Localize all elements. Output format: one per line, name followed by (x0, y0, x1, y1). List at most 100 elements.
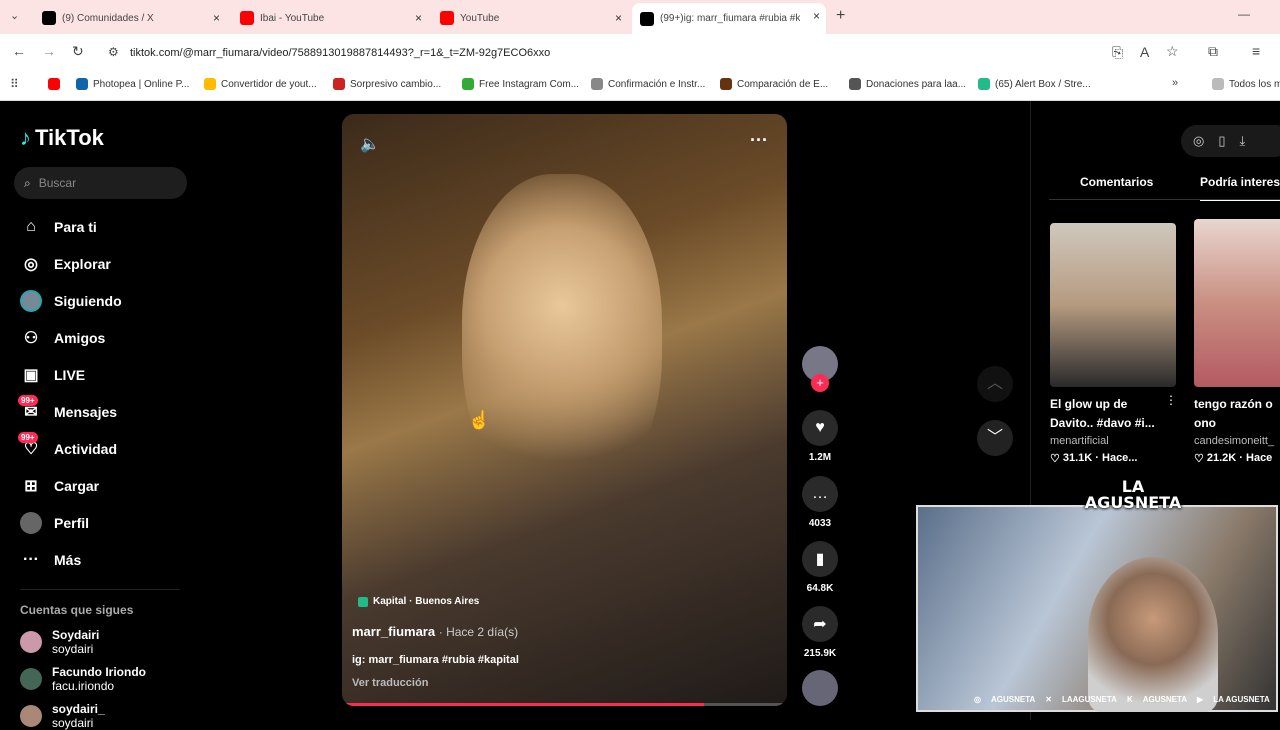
message-icon: ✉ 99+ (18, 395, 42, 423)
tab-title: (9) Comunidades / X (62, 12, 154, 24)
download-icon[interactable]: ⤓ (1240, 133, 1246, 149)
new-tab-icon[interactable]: + (836, 7, 845, 25)
share-count: 215.9K (803, 648, 837, 659)
chevron-down-icon[interactable]: ﹀ (977, 420, 1013, 456)
social-handle: LA AGUSNETA (1213, 695, 1270, 704)
nav-mensajes[interactable]: ✉ 99+ Mensajes (18, 395, 117, 423)
bookmark-folder[interactable]: Todos los m (1212, 78, 1280, 90)
bookmark-youtube[interactable] (48, 78, 65, 90)
avatar (20, 705, 42, 727)
star-icon[interactable]: ☆ (1166, 43, 1179, 60)
translate-link[interactable]: Ver traducción (352, 677, 428, 689)
browser-chrome: ⌄ (9) Comunidades / X × Ibai - YouTube ×… (0, 0, 1280, 101)
nav-label: LIVE (54, 367, 86, 383)
chevron-up-icon[interactable]: ︿ (977, 366, 1013, 402)
nav-cargar[interactable]: ⊞ Cargar (20, 475, 99, 497)
chevron-right-icon[interactable]: » (1172, 77, 1178, 89)
card-title-line: El glow up de (1050, 397, 1128, 411)
more-options-icon[interactable]: ··· (750, 130, 768, 151)
extensions-icon[interactable]: ⧉ (1208, 43, 1218, 60)
instagram-icon: ◎ (974, 695, 981, 704)
video-thumbnail[interactable] (1194, 219, 1280, 387)
close-icon[interactable]: × (813, 9, 820, 23)
close-icon[interactable]: × (415, 11, 422, 25)
volume-icon[interactable]: 🔈 (360, 134, 380, 154)
back-icon[interactable]: ← (12, 43, 26, 59)
search-input[interactable]: ⌕ Buscar (14, 167, 187, 199)
nav-mas[interactable]: ··· Más (20, 549, 81, 571)
nav-actividad[interactable]: ♡ 99+ Actividad (18, 432, 117, 460)
site-info-icon[interactable]: ⚙ (108, 45, 119, 59)
comment-icon: … (802, 476, 838, 512)
nav-amigos[interactable]: ⚇ Amigos (20, 327, 106, 349)
card-author[interactable]: candesimoneitt_ (1194, 435, 1274, 447)
nav-para-ti[interactable]: ⌂ Para ti (20, 216, 97, 238)
more-options-icon[interactable]: ⋮ (1165, 393, 1177, 407)
following-title: Cuentas que sigues (20, 603, 134, 617)
nav-siguiendo[interactable]: Siguiendo (20, 290, 122, 312)
like-button[interactable]: ♥ 1.2M (800, 410, 840, 463)
following-item[interactable]: Facundo Iriondo facu.iriondo (20, 665, 146, 693)
follow-plus-icon[interactable]: + (811, 374, 829, 392)
bookmark-item[interactable]: Comparación de E... (720, 78, 828, 90)
tab-podria-interesar[interactable]: Podría interes (1200, 175, 1280, 201)
tiktok-icon (640, 11, 654, 26)
video-player[interactable]: 🔈 ··· Kapital · Buenos Aires marr_fiumar… (342, 114, 787, 706)
tab-tiktok[interactable]: (99+)ig: marr_fiumara #rubia #k × (632, 3, 826, 34)
bookmark-item[interactable]: Confirmación e Instr... (591, 78, 705, 90)
tab-comentarios[interactable]: Comentarios (1080, 175, 1153, 189)
close-icon[interactable]: × (213, 11, 220, 25)
close-icon[interactable]: × (615, 11, 622, 25)
author-name[interactable]: marr_fiumara (352, 624, 435, 639)
bookmark-item[interactable]: Convertidor de yout... (204, 78, 317, 90)
video-thumbnail[interactable] (1050, 223, 1176, 387)
bookmark-item[interactable]: (65) Alert Box / Stre... (978, 78, 1091, 90)
nav-live[interactable]: ▣ LIVE (20, 364, 85, 386)
heart-icon: ♥ (802, 410, 838, 446)
bookmark-label: Free Instagram Com... (479, 78, 580, 90)
tab-youtube[interactable]: YouTube × (432, 5, 628, 31)
reload-icon[interactable]: ↻ (72, 43, 84, 60)
comment-button[interactable]: … 4033 (800, 476, 840, 529)
nav-label: Explorar (54, 256, 111, 272)
bookmarks-bar: ⠿ Photopea | Online P... Convertidor de … (0, 70, 1280, 101)
progress-track[interactable] (346, 703, 783, 706)
install-icon[interactable]: ⎘ (1112, 44, 1123, 61)
following-item[interactable]: Soydairi soydairi (20, 628, 99, 656)
bookmark-item[interactable]: Donaciones para laa... (849, 78, 966, 90)
save-button[interactable]: ▮ 64.8K (800, 541, 840, 594)
following-name: soydairi_ (52, 702, 105, 716)
kick-icon: K (1126, 695, 1133, 704)
bookmark-item[interactable]: Sorpresivo cambio... (333, 78, 441, 90)
creator-avatar-button[interactable]: + (800, 346, 840, 392)
card-title[interactable]: tengo razón o ono (1194, 395, 1273, 433)
tiktok-logo[interactable]: ♪ TikTok (20, 125, 104, 151)
notification-badge: 99+ (18, 395, 38, 406)
side-panel-icon[interactable]: ≡ (1252, 43, 1260, 59)
progress-fill (346, 703, 705, 706)
bookmark-item[interactable]: Free Instagram Com... (462, 78, 579, 90)
youtube-icon (240, 11, 254, 25)
forward-icon[interactable]: → (42, 43, 56, 59)
location-tag[interactable]: Kapital · Buenos Aires (358, 596, 479, 607)
compass-icon[interactable]: ◎ (1193, 133, 1204, 149)
tab-ibai[interactable]: Ibai - YouTube × (232, 5, 428, 31)
following-item[interactable]: soydairi_ soydairi (20, 702, 105, 730)
url-field[interactable]: ⚙ tiktok.com/@marr_fiumara/video/7588913… (100, 40, 1100, 66)
nav-perfil[interactable]: Perfil (20, 512, 89, 534)
nav-explorar[interactable]: ◎ Explorar (20, 253, 111, 275)
translate-icon[interactable]: A (1140, 44, 1149, 60)
music-disc[interactable] (800, 670, 840, 706)
minimize-icon[interactable]: — (1238, 7, 1250, 21)
video-caption: ig: marr_fiumara #rubia #kapital (352, 654, 519, 666)
tab-x[interactable]: (9) Comunidades / X × (34, 5, 226, 31)
avatar-icon (20, 290, 42, 312)
home-icon: ⌂ (26, 218, 36, 235)
card-author[interactable]: menartificial (1050, 435, 1109, 447)
card-title[interactable]: El glow up de Davito.. #davo #i... (1050, 395, 1155, 433)
phone-icon[interactable]: ▯ (1218, 133, 1225, 149)
tab-search-icon[interactable]: ⌄ (10, 9, 19, 22)
bookmark-item[interactable]: Photopea | Online P... (76, 78, 189, 90)
apps-icon[interactable]: ⠿ (10, 77, 19, 91)
share-button[interactable]: ➦ 215.9K (800, 606, 840, 659)
